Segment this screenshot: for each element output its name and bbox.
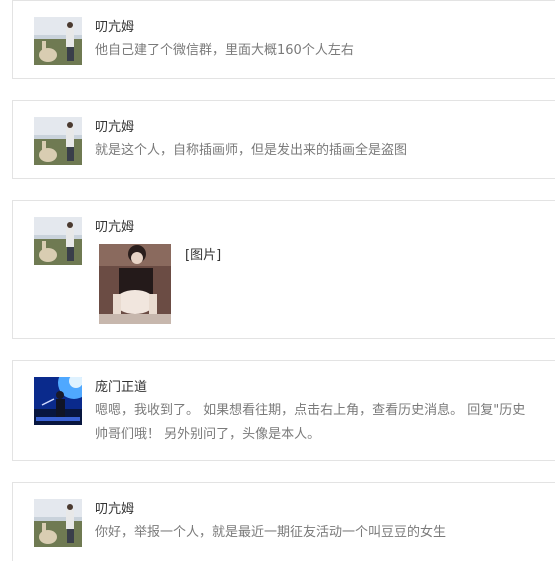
message-item: 叨亢姆 他自己建了个微信群，里面大概160个人左右	[12, 0, 555, 79]
alpaca-photo-icon	[34, 217, 82, 265]
sender-name: 叨亢姆	[95, 220, 135, 235]
message-item: 庞门正道 嗯嗯，我收到了。 如果想看往期，点击右上角，查看历史消息。 回复"历史…	[12, 360, 555, 461]
sender-name: 叨亢姆	[95, 120, 135, 135]
avatar[interactable]	[34, 17, 82, 65]
alpaca-photo-icon	[34, 17, 82, 65]
alpaca-photo-icon	[34, 499, 82, 547]
image-attachment[interactable]	[99, 244, 171, 324]
singer-photo-icon	[34, 377, 82, 425]
avatar[interactable]	[34, 217, 82, 265]
avatar[interactable]	[34, 499, 82, 547]
message-item: 叨亢姆 [图片]	[12, 200, 555, 339]
girl-photo-icon	[99, 244, 171, 324]
sender-name: 叨亢姆	[95, 502, 135, 517]
message-text: 你好，举报一个人，就是最近一期征友活动一个叫豆豆的女生	[95, 525, 447, 540]
message-text: 就是这个人，自称插画师，但是发出来的插画全是盗图	[95, 143, 408, 158]
sender-name: 庞门正道	[95, 380, 148, 395]
message-item: 叨亢姆 你好，举报一个人，就是最近一期征友活动一个叫豆豆的女生	[12, 482, 555, 561]
message-text-line: 嗯嗯，我收到了。 如果想看往期，点击右上角，查看历史消息。 回复"历史	[95, 403, 526, 418]
avatar[interactable]	[34, 377, 82, 425]
message-text-line: 帅哥们哦！ 另外别问了，头像是本人。	[95, 427, 321, 442]
sender-name: 叨亢姆	[95, 20, 135, 35]
message-text: 他自己建了个微信群，里面大概160个人左右	[95, 43, 354, 58]
avatar[interactable]	[34, 117, 82, 165]
alpaca-photo-icon	[34, 117, 82, 165]
message-item: 叨亢姆 就是这个人，自称插画师，但是发出来的插画全是盗图	[12, 100, 555, 179]
image-label: [图片]	[185, 248, 222, 263]
